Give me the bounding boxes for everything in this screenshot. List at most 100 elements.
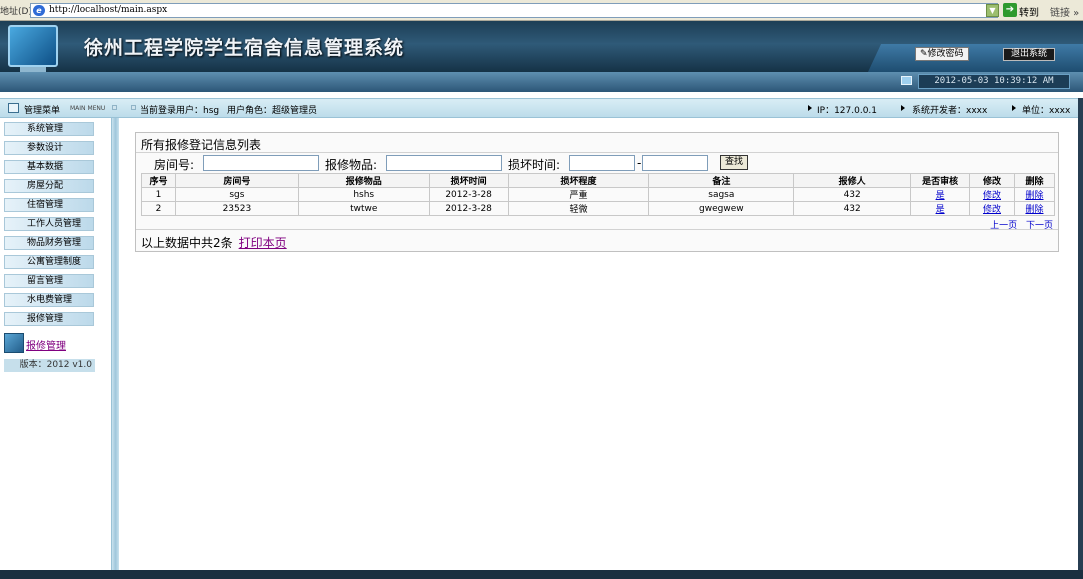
separator-square — [112, 105, 117, 110]
logout-button[interactable]: 退出系统 — [1003, 48, 1055, 61]
col-room: 房间号 — [174, 173, 299, 188]
audited-link[interactable]: 是 — [936, 191, 945, 201]
unit: 单位：xxxx — [1022, 106, 1071, 116]
table-row: 1 sgs hshs 2012-3-28 严重 sagsa 432 是 修改 删… — [141, 187, 1056, 202]
sidebar-item-basic-data[interactable]: 基本数据 — [4, 160, 94, 174]
cell-audited: 是 — [910, 201, 971, 216]
divider — [136, 152, 1058, 153]
cell-item: hshs — [297, 187, 430, 202]
browser-address-bar: 地址(D) e http://localhost/main.aspx ▼ ➔ 转… — [0, 0, 1083, 21]
col-audited: 是否审核 — [910, 173, 971, 188]
cell-seq: 2 — [141, 201, 176, 216]
col-note: 备注 — [648, 173, 795, 188]
sidebar-item-goods-finance[interactable]: 物品财务管理 — [4, 236, 94, 250]
time-end-input[interactable] — [642, 155, 708, 171]
menu-title: 管理菜单 — [24, 106, 61, 116]
col-degree: 损坏程度 — [507, 173, 650, 188]
cell-edit: 修改 — [969, 187, 1015, 202]
col-seq: 序号 — [141, 173, 176, 188]
edit-link[interactable]: 修改 — [983, 191, 1001, 201]
cell-room: sgs — [174, 187, 299, 202]
col-delete: 删除 — [1013, 173, 1056, 188]
version-label: 版本：2012 v1.0 — [4, 359, 95, 372]
arrow-icon — [901, 105, 905, 111]
table-row: 2 23523 twtwe 2012-3-28 轻微 gwegwew 432 是… — [141, 201, 1056, 216]
window-bottom-edge — [0, 570, 1083, 579]
panel-title: 所有报修登记信息列表 — [141, 138, 262, 152]
sidebar-item-repair[interactable]: 报修管理 — [4, 312, 94, 326]
time-label: 损坏时间: — [508, 158, 561, 172]
cell-seq: 1 — [141, 187, 176, 202]
screen-icon — [901, 76, 912, 85]
repair-list-panel: 所有报修登记信息列表 房间号: 报修物品: 损坏时间: - 查找 序号 房间号 … — [135, 132, 1059, 252]
go-arrow-icon[interactable]: ➔ — [1003, 3, 1017, 17]
cell-delete: 删除 — [1013, 201, 1056, 216]
user-square-icon — [131, 105, 136, 110]
col-time: 损坏时间 — [428, 173, 509, 188]
sidebar-item-room-allocation[interactable]: 房屋分配 — [4, 179, 94, 193]
address-input[interactable]: e http://localhost/main.aspx — [30, 3, 998, 18]
sidebar-item-utilities[interactable]: 水电费管理 — [4, 293, 94, 307]
window-right-edge — [1078, 98, 1083, 570]
address-dropdown-icon[interactable]: ▼ — [986, 4, 999, 17]
cell-degree: 严重 — [507, 187, 650, 202]
ip-address: IP：127.0.0.1 — [817, 106, 878, 116]
edit-link[interactable]: 修改 — [983, 205, 1001, 215]
ie-icon: e — [33, 5, 45, 16]
datetime-display: 2012-05-03 10:39:12 AM — [918, 74, 1070, 89]
sidebar-item-apartment-rules[interactable]: 公寓管理制度 — [4, 255, 94, 269]
system-title: 徐州工程学院学生宿舍信息管理系统 — [84, 37, 405, 59]
sidebar: 系统管理 参数设计 基本数据 房屋分配 住宿管理 工作人员管理 物品财务管理 公… — [0, 118, 112, 570]
current-user: 当前登录用户：hsg — [140, 106, 220, 116]
arrow-icon — [1012, 105, 1016, 111]
sidebar-item-system[interactable]: 系统管理 — [4, 122, 94, 136]
room-input[interactable] — [203, 155, 319, 171]
address-url: http://localhost/main.aspx — [49, 5, 168, 15]
sidebar-item-staff[interactable]: 工作人员管理 — [4, 217, 94, 231]
header-banner: 徐州工程学院学生宿舍信息管理系统 ✎修改密码 退出系统 — [0, 21, 1083, 72]
sidebar-splitter[interactable] — [112, 118, 119, 570]
print-page-link[interactable]: 打印本页 — [239, 236, 287, 250]
audited-link[interactable]: 是 — [936, 205, 945, 215]
cell-room: 23523 — [174, 201, 299, 216]
arrow-icon — [808, 105, 812, 111]
active-repair-link[interactable]: 报修管理 — [26, 337, 66, 352]
go-button[interactable]: 转到 — [1019, 4, 1039, 19]
cell-edit: 修改 — [969, 201, 1015, 216]
divider — [136, 229, 1058, 230]
menu-icon — [8, 103, 19, 113]
delete-link[interactable]: 删除 — [1025, 191, 1043, 201]
user-role: 用户角色：超级管理员 — [227, 106, 318, 116]
search-button[interactable]: 查找 — [720, 155, 748, 170]
col-item: 报修物品 — [297, 173, 430, 188]
cell-reporter: 432 — [793, 187, 912, 202]
change-password-label: 修改密码 — [927, 49, 964, 59]
delete-link[interactable]: 删除 — [1025, 205, 1043, 215]
change-password-button[interactable]: ✎修改密码 — [915, 47, 969, 61]
cell-degree: 轻微 — [507, 201, 650, 216]
sidebar-item-messages[interactable]: 留言管理 — [4, 274, 94, 288]
repair-module-icon — [4, 333, 24, 353]
cell-note: gwegwew — [648, 201, 795, 216]
cell-item: twtwe — [297, 201, 430, 216]
item-input[interactable] — [386, 155, 502, 171]
room-label: 房间号: — [154, 158, 195, 172]
address-label: 地址(D) — [0, 7, 32, 17]
col-edit: 修改 — [969, 173, 1015, 188]
record-summary: 以上数据中共2条 打印本页 — [141, 234, 287, 251]
record-count: 以上数据中共2条 — [141, 236, 233, 250]
sidebar-active-repair[interactable]: 报修管理 — [4, 333, 94, 355]
sidebar-item-params[interactable]: 参数设计 — [4, 141, 94, 155]
developer: 系统开发者：xxxx — [912, 106, 988, 116]
key-icon: ✎ — [920, 49, 928, 59]
sidebar-item-lodging[interactable]: 住宿管理 — [4, 198, 94, 212]
col-reporter: 报修人 — [793, 173, 912, 188]
item-label: 报修物品: — [325, 158, 378, 172]
repair-table: 序号 房间号 报修物品 损坏时间 损坏程度 备注 报修人 是否审核 修改 删除 … — [141, 173, 1056, 216]
links-button[interactable]: 链接 » — [1050, 4, 1079, 19]
cell-time: 2012-3-28 — [428, 201, 509, 216]
time-start-input[interactable] — [569, 155, 635, 171]
cell-delete: 删除 — [1013, 187, 1056, 202]
cell-reporter: 432 — [793, 201, 912, 216]
cell-audited: 是 — [910, 187, 971, 202]
